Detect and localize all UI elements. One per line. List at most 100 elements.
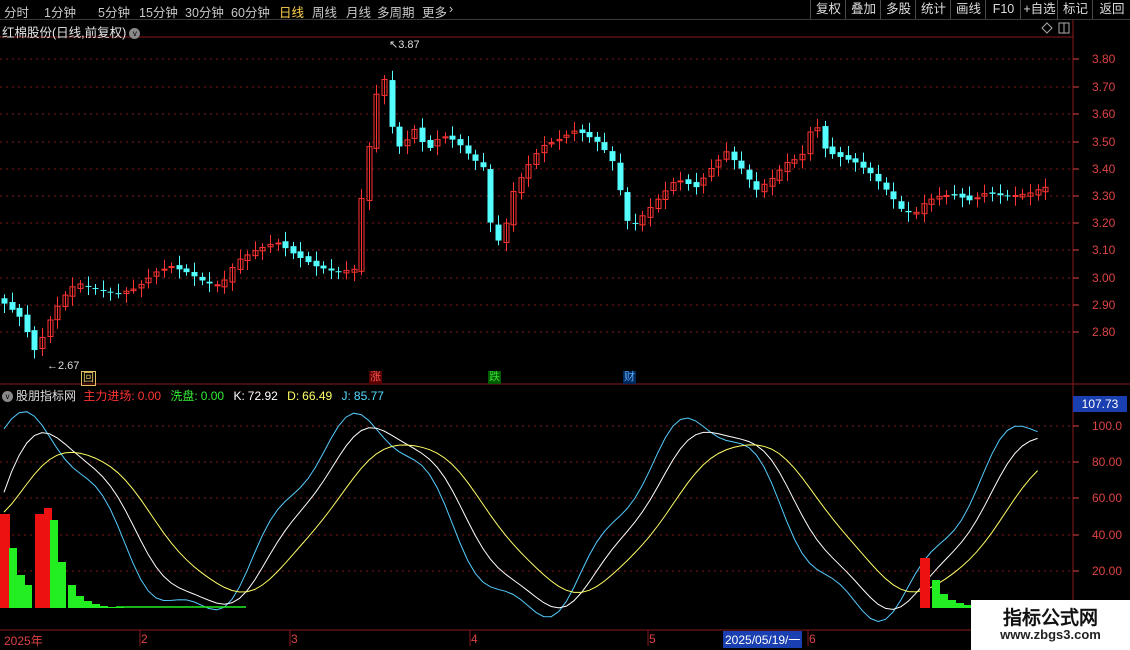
zhuli-bar xyxy=(920,558,930,608)
watermark-url: www.zbgs3.com xyxy=(1000,627,1101,642)
candle-body xyxy=(31,330,38,351)
price-axis-label: 3.40 xyxy=(1092,162,1116,176)
j-line xyxy=(3,411,1038,623)
candle-body xyxy=(199,276,206,281)
candle-body xyxy=(822,126,829,149)
xipan-bar xyxy=(100,606,108,608)
price-axis-label: 3.50 xyxy=(1092,135,1116,149)
xipan-bar xyxy=(940,594,948,608)
candle-body xyxy=(586,132,593,138)
high-price-annotation: ↖3.87 xyxy=(389,39,420,51)
candle-body xyxy=(693,182,700,188)
candle-body xyxy=(890,191,897,200)
candle-body xyxy=(875,173,882,182)
candle-body xyxy=(594,136,601,142)
indicator-zhuli-value: 0.00 xyxy=(137,389,162,403)
price-axis-label: 3.30 xyxy=(1092,189,1116,203)
candle-body xyxy=(92,288,99,290)
candle-body xyxy=(9,302,16,310)
candle-body xyxy=(579,129,586,134)
k-line xyxy=(3,427,1038,610)
indicator-k-value: 72.92 xyxy=(247,389,278,403)
diamond-icon[interactable] xyxy=(1041,22,1053,34)
candle-body xyxy=(419,127,426,142)
zhuli-bar xyxy=(0,514,10,608)
candle-body xyxy=(867,167,874,174)
indicator-k-label: K: xyxy=(233,389,245,403)
candle-body xyxy=(905,210,912,213)
candle-body xyxy=(183,268,190,273)
candle-body xyxy=(753,181,760,190)
candle-body xyxy=(16,307,23,317)
panel-toggle-icon[interactable] xyxy=(1058,22,1070,34)
candle-body xyxy=(290,246,297,254)
candle-body xyxy=(738,160,745,169)
candle-body xyxy=(335,271,342,273)
candle-body xyxy=(997,193,1004,196)
candle-body xyxy=(495,224,502,241)
candle-body xyxy=(282,241,289,249)
candle-body xyxy=(297,251,304,258)
xipan-bar xyxy=(84,601,92,608)
high-price-value: 3.87 xyxy=(398,39,420,51)
xipan-bar xyxy=(932,580,940,608)
price-axis-label: 2.80 xyxy=(1092,325,1116,339)
time-axis-label: 3 xyxy=(291,632,298,646)
candle-body xyxy=(465,145,472,154)
current-value-badge: 107.73 xyxy=(1073,396,1127,412)
candle-body xyxy=(829,146,836,155)
candle-body xyxy=(313,260,320,267)
indicator-xipan-value: 0.00 xyxy=(200,389,225,403)
crosshair-date-label: 2025/05/19/一 xyxy=(723,631,803,648)
price-axis-label: 3.60 xyxy=(1092,107,1116,121)
indicator-name: 股朋指标网 xyxy=(16,389,77,403)
chevron-down-icon[interactable]: v xyxy=(129,28,141,39)
kline-chart-canvas[interactable] xyxy=(0,0,1130,650)
chart-title: 红棉股份(日线,前复权) v xyxy=(2,22,141,41)
candle-body xyxy=(898,201,905,209)
candle-body xyxy=(974,197,981,200)
candle-body xyxy=(305,256,312,263)
candle-body xyxy=(685,179,692,185)
event-marker-die[interactable]: 跌 xyxy=(488,371,501,384)
candle-body xyxy=(487,169,494,223)
indicator-xipan-label: 洗盘: xyxy=(170,389,198,403)
time-axis-label: 4 xyxy=(471,632,478,646)
xipan-bar xyxy=(76,596,84,608)
indicator-zhuli-label: 主力进场: xyxy=(83,389,135,403)
candle-body xyxy=(191,272,198,277)
xipan-bar xyxy=(9,548,17,608)
candle-body xyxy=(115,293,122,295)
candle-body xyxy=(472,154,479,161)
price-axis-label: 3.20 xyxy=(1092,216,1116,230)
time-axis-label: 2025年 xyxy=(4,634,43,648)
candle-body xyxy=(320,265,327,269)
xipan-bar xyxy=(92,604,100,608)
price-axis-label: 3.00 xyxy=(1092,271,1116,285)
xipan-bar xyxy=(24,585,32,608)
candle-body xyxy=(609,151,616,162)
candle-body xyxy=(959,193,966,198)
indicator-d-value: 66.49 xyxy=(302,389,333,403)
event-marker-zhang[interactable]: 涨 xyxy=(369,371,382,384)
candle-body xyxy=(389,80,396,127)
candle-body xyxy=(85,285,92,287)
time-axis-label: 6 xyxy=(809,632,816,646)
candle-body xyxy=(601,142,608,151)
candle-body xyxy=(731,151,738,161)
xipan-bar xyxy=(50,520,58,608)
candle-body xyxy=(107,291,114,293)
candle-body xyxy=(176,265,183,270)
chevron-down-icon[interactable]: v xyxy=(2,391,13,402)
xipan-bar xyxy=(956,603,964,608)
event-marker-cai[interactable]: 财 xyxy=(623,371,636,384)
price-axis-label: 3.80 xyxy=(1092,52,1116,66)
candle-body xyxy=(214,284,221,287)
candle-body xyxy=(275,242,282,245)
candle-body xyxy=(860,161,867,168)
indicator-axis-label: 40.00 xyxy=(1092,528,1123,542)
xipan-bar xyxy=(17,575,25,608)
watermark: 指标公式网 www.zbgs3.com xyxy=(971,600,1130,650)
event-marker-hui[interactable]: 回 xyxy=(81,371,96,386)
time-axis-label: 2 xyxy=(141,632,148,646)
